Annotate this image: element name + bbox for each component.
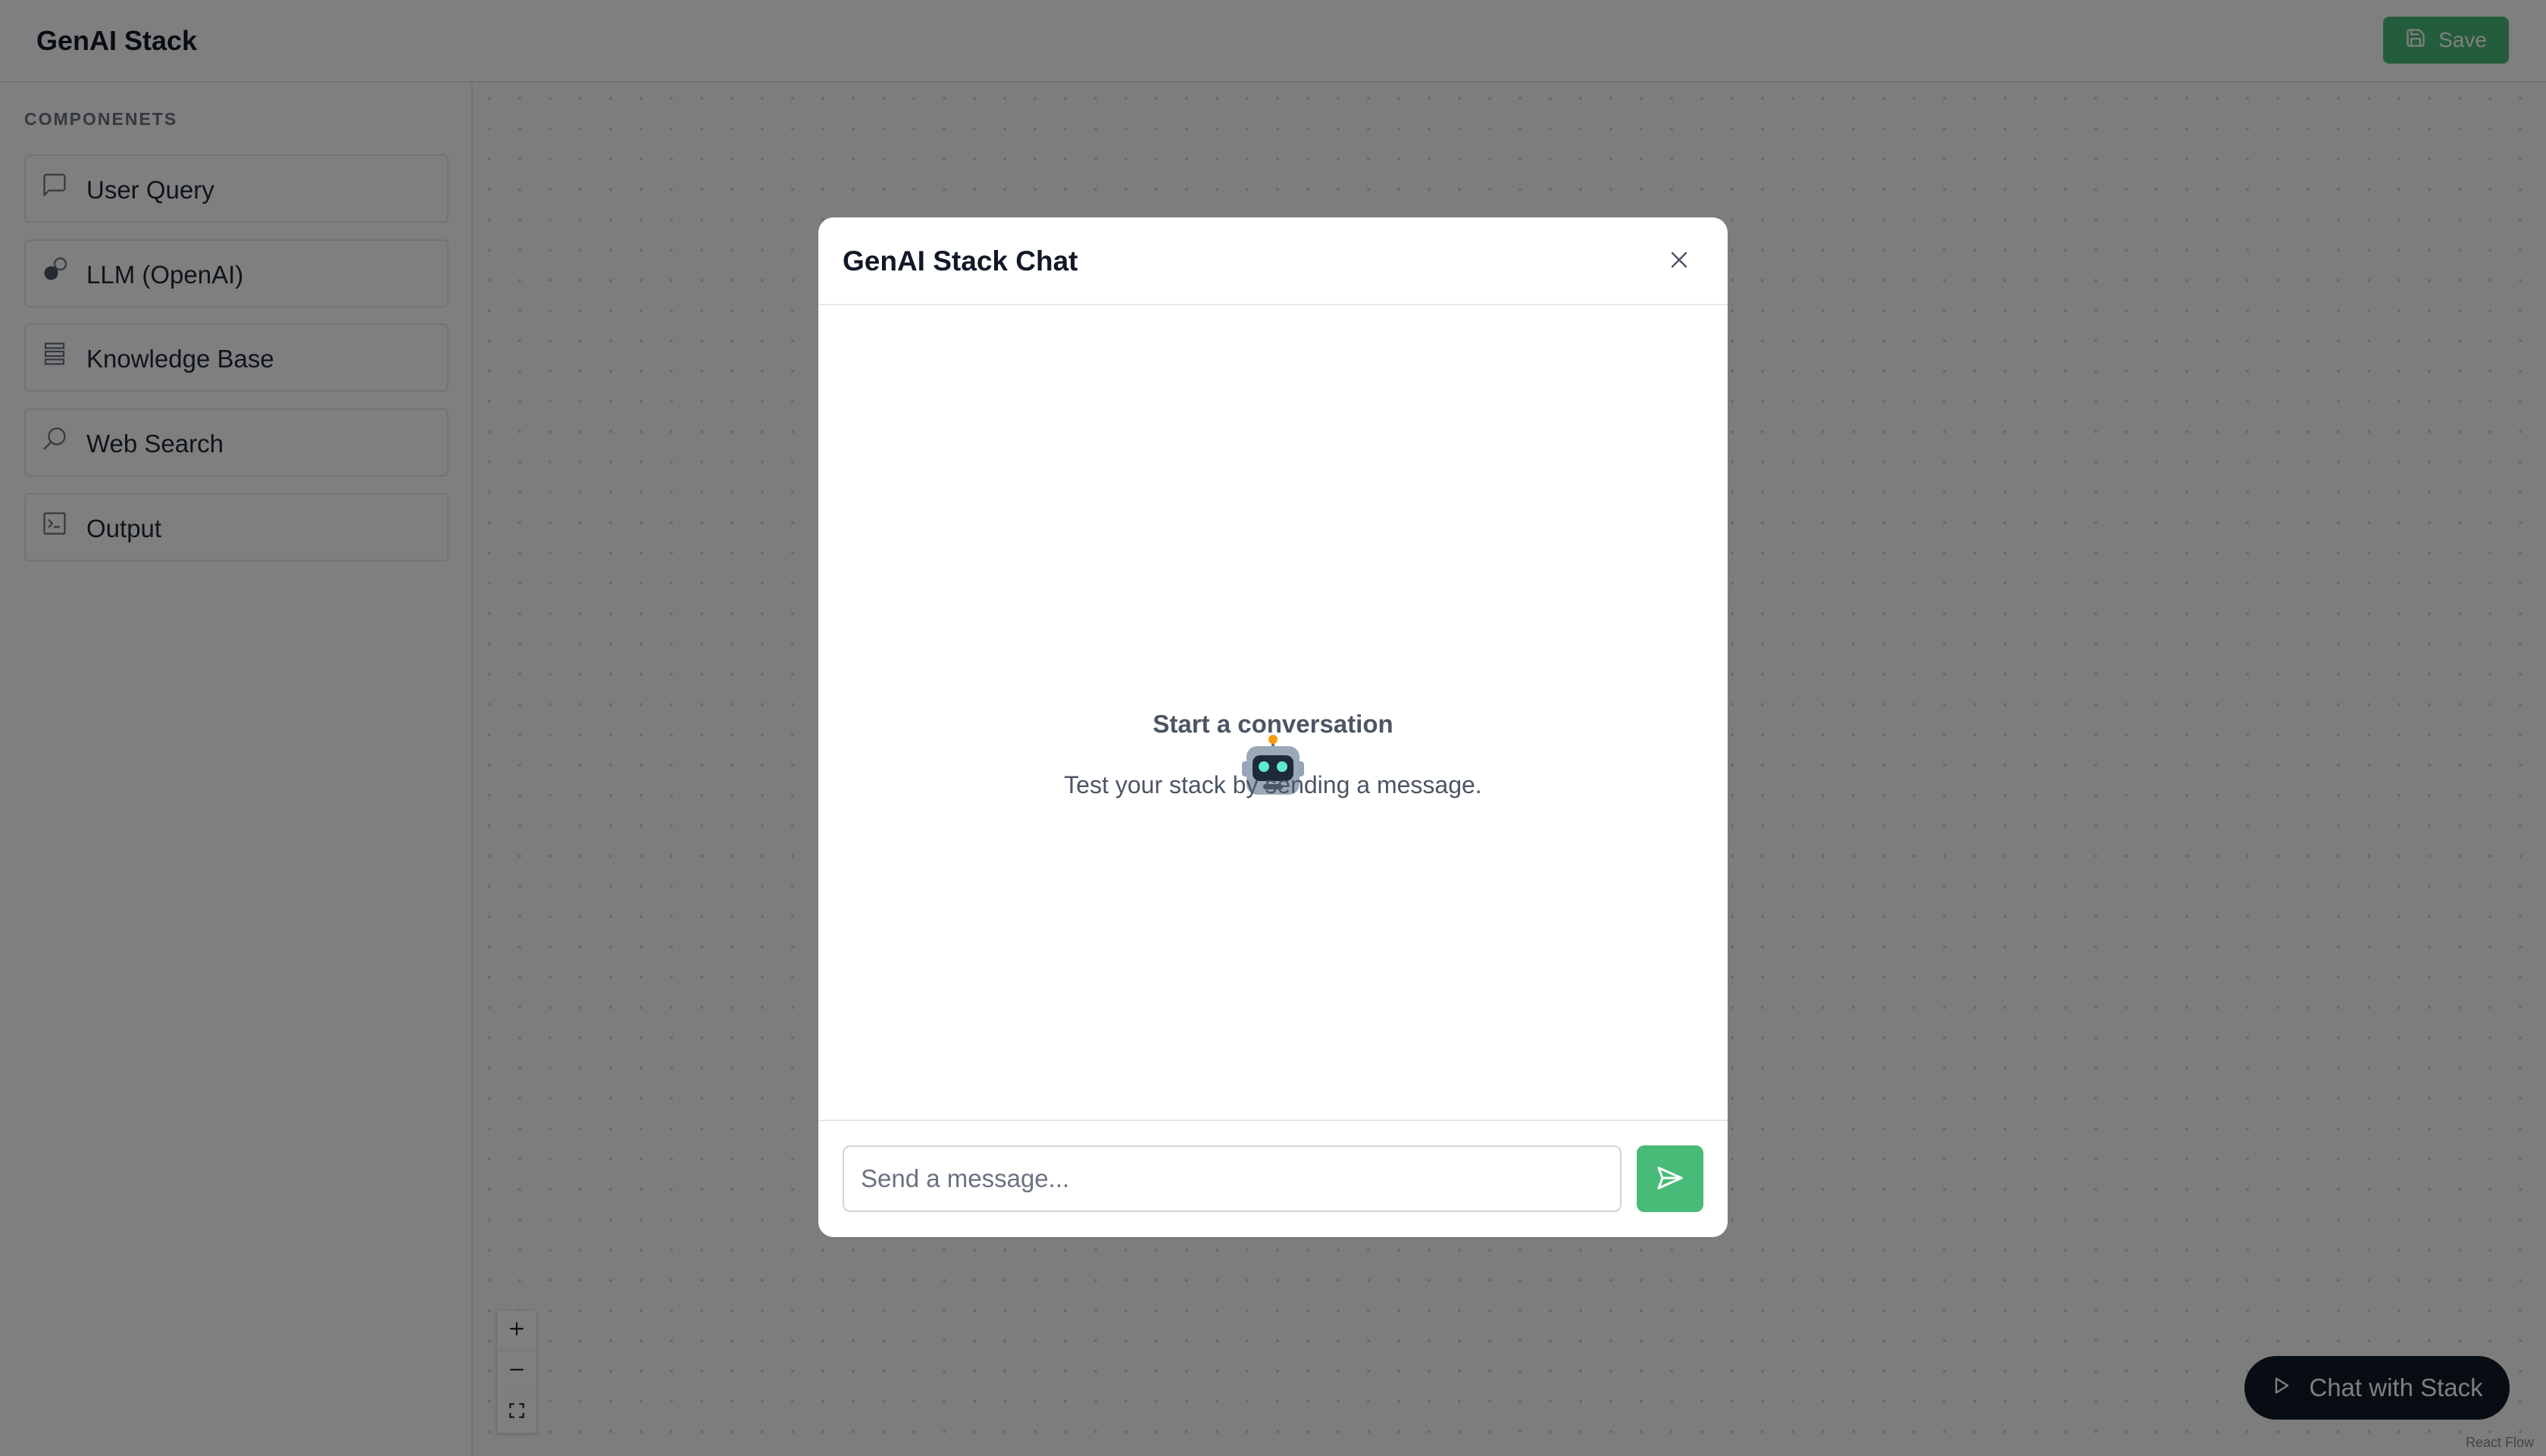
app-root: GenAI Stack Save COMPONENETS User Query … [0,0,2546,1456]
send-button[interactable] [1637,1145,1703,1212]
message-input[interactable] [843,1145,1622,1212]
empty-state-subtitle: Test your stack by sending a message. [1064,771,1482,798]
modal-title: GenAI Stack Chat [843,245,1078,277]
close-icon [1666,252,1693,277]
send-icon [1655,1163,1685,1195]
chat-modal: GenAI Stack Chat Start a conversation Te… [818,217,1728,1237]
empty-state-title: Start a conversation [1153,710,1393,738]
modal-header: GenAI Stack Chat [818,217,1728,305]
close-button[interactable] [1666,246,1693,273]
modal-footer [818,1120,1728,1237]
